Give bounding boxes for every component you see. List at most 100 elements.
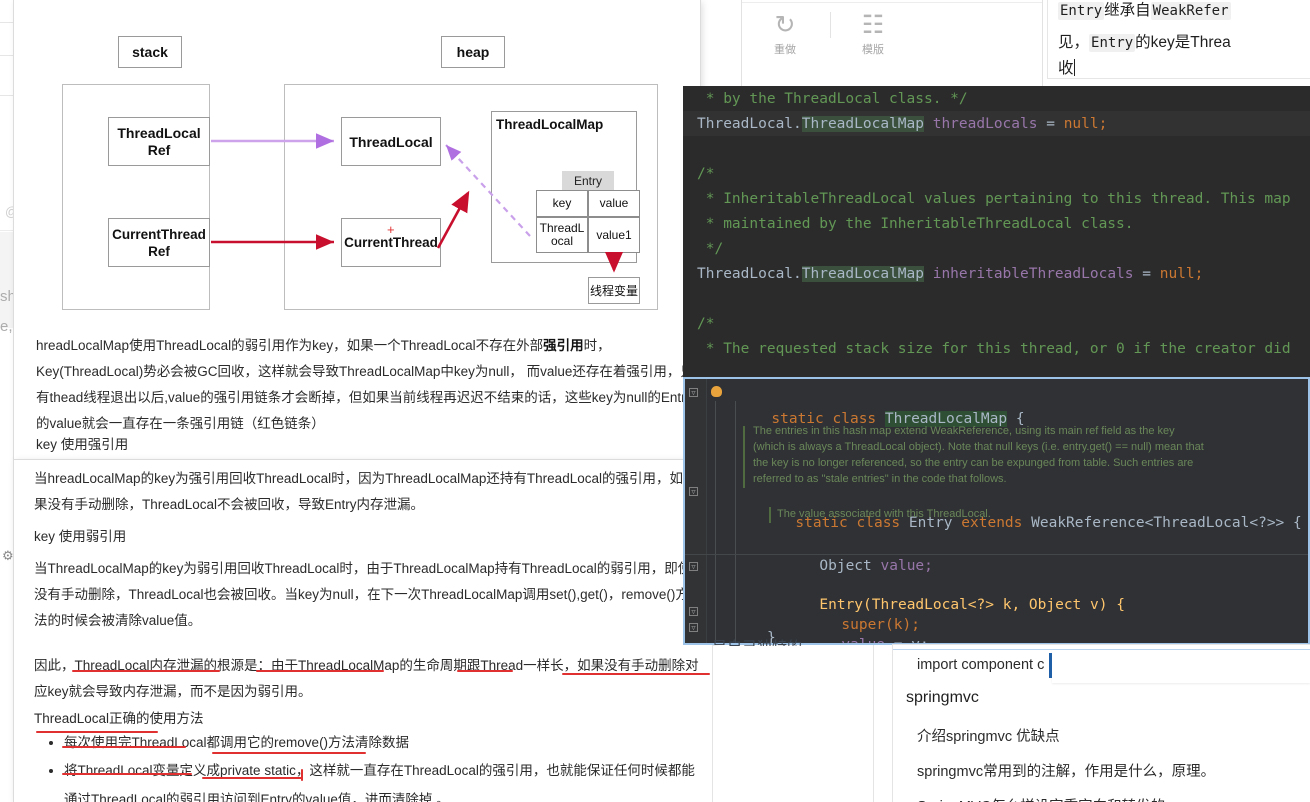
note-chip-entry-2: Entry — [1089, 34, 1136, 52]
note-line3-text: 收 — [1058, 60, 1074, 77]
template-icon: ☷ — [861, 11, 885, 39]
outline-item-2[interactable]: SpringMVC怎么样设定重定向和转发的 — [917, 795, 1165, 802]
thread-variable-label: 线程变量 — [589, 284, 638, 298]
code-token: = — [1037, 116, 1064, 132]
note-editor-toolbar-window: 10/100 保存草稿 ↻ 重做 ☷ 模版 — [742, 0, 1042, 86]
template-label: 模版 — [862, 44, 884, 56]
assign-lhs-value: value — [841, 637, 886, 645]
stack-label: stack — [132, 44, 168, 60]
paragraph-2-line-1: 当hreadLocalMap的key为强引用回收ThreadLocal时，因为T… — [34, 471, 683, 486]
code-token: ThreadLocalMap — [801, 116, 924, 132]
code-token: ThreadLocalMap — [801, 266, 924, 282]
entry-header-label: Entry — [573, 173, 602, 188]
heading-weak-ref: key 使用弱引用 — [34, 529, 127, 544]
paragraph-1-line-1: hreadLocalMap使用ThreadLocal的弱引用作为key，如果一个… — [36, 333, 686, 359]
screen: @ sh e, ⚙ stack heap ThreadLocal Ref Curr… — [0, 0, 1310, 802]
para1-text: hreadLocalMap使用ThreadLocal的弱引用作为key，如果一个… — [36, 338, 544, 353]
code-line: * by the ThreadLocal class. */ — [697, 87, 968, 112]
document-window-diagram: stack heap ThreadLocal Ref CurrentThread R… — [14, 0, 700, 461]
redo-icon: ↻ — [774, 11, 796, 39]
para1-bold: 强引用 — [543, 338, 584, 353]
heading-correct-usage: ThreadLocal正确的使用方法 — [34, 711, 204, 726]
code-editor-thread-class[interactable]: * by the ThreadLocal class. */ ThreadLoca… — [683, 86, 1310, 378]
currentthread-ref-box: CurrentThread Ref — [108, 218, 210, 267]
toolbar-separator — [742, 2, 1042, 3]
list-item: 每次使用完ThreadLocal都调用它的remove()方法清除数据 — [64, 730, 702, 756]
code-line: ThreadLocal.ThreadLocalMap threadLocals … — [697, 112, 1107, 137]
code-token: /* — [697, 316, 715, 332]
fold-marker-icon[interactable]: ▽ — [689, 607, 698, 616]
threadlocal-box: ThreadLocal — [341, 117, 441, 166]
annotation-underline-4 — [562, 673, 710, 675]
annotation-underline-6 — [62, 746, 186, 748]
note-chip-weakref: WeakRefer — [1150, 2, 1231, 20]
code-token: threadLocals — [932, 116, 1038, 132]
code-token: /* — [697, 166, 715, 182]
fold-marker-icon[interactable]: ▽ — [689, 388, 698, 397]
heap-label-box: heap — [441, 36, 505, 68]
cell-value-header: value — [588, 190, 640, 217]
panel-vertical-separator-2 — [873, 645, 874, 802]
cell-key-value: ThreadL ocal — [536, 217, 588, 253]
javadoc-bar — [743, 426, 745, 488]
lower-left-white-fill — [713, 646, 873, 802]
note-line2-post: 的key是Threa — [1135, 34, 1231, 51]
code-token: = — [1133, 266, 1160, 282]
outline-item-0[interactable]: 介绍springmvc 优缺点 — [917, 725, 1060, 746]
heading-strong-ref: key 使用强引用 — [36, 437, 129, 452]
code-editor-threadlocalmap[interactable]: ▽ ▽ ▽ ▽ ▽ static class ThreadLocalMap { … — [683, 377, 1310, 645]
fold-marker-icon[interactable]: ▽ — [689, 562, 698, 571]
paragraph-4-line-1: 因此，ThreadLocal内存泄漏的根源是：由于ThreadLocalMap的… — [34, 658, 699, 673]
code-token: ThreadLocal. — [697, 116, 802, 132]
code-line: /* — [697, 312, 714, 337]
outline-heading: springmvc — [906, 689, 979, 706]
javadoc-bar — [769, 507, 771, 523]
cell-key-label: key — [552, 196, 572, 211]
paragraph-1-line-4: 的value就会一直存在一条强引用链（红色链条） — [36, 416, 325, 431]
redo-label: 重做 — [774, 44, 796, 56]
cell-value1-label: value1 — [596, 227, 632, 242]
stack-label-box: stack — [118, 36, 182, 68]
annotation-underline-7 — [212, 752, 366, 754]
usage-bullet-list: 每次使用完ThreadLocal都调用它的remove()方法清除数据 将Thr… — [42, 730, 702, 784]
paragraph-3-line-1: 当ThreadLocalMap的key为弱引用回收ThreadLocal时，由于… — [34, 561, 692, 576]
outline-input-caret — [1049, 653, 1052, 678]
template-button[interactable]: ☷ 模版 — [840, 10, 906, 57]
threadlocal-ref-box: ThreadLocal Ref — [108, 117, 210, 166]
indent-guide — [715, 401, 716, 643]
outline-input-field-bg[interactable] — [1052, 650, 1310, 683]
code-line: * maintained by the InheritableThreadLoc… — [697, 212, 1134, 237]
list-item: 将ThreadLocal变量定义成private static，这样就一直存在T… — [64, 758, 702, 784]
code-line: * The requested stack size for this thre… — [697, 337, 1291, 362]
paragraph-1-line-3: 有thead线程退出以后,value的强引用链条才会断掉，但如果当前线程再迟迟不… — [36, 390, 693, 405]
annotation-tick — [301, 769, 303, 781]
paragraph-3-line-2: 没有手动删除，ThreadLocal也会被回收。当key为null，在下一次Th… — [34, 587, 689, 602]
note-line-3: 收 — [1058, 52, 1076, 86]
annotation-underline-1 — [72, 670, 220, 672]
code-value-assign: value = v; — [789, 608, 928, 645]
redo-button[interactable]: ↻ 重做 — [752, 10, 818, 57]
cell-value-label: value — [599, 196, 629, 211]
code-token: * The requested stack size for this thre… — [697, 341, 1291, 357]
javadoc-threadlocalmap: The entries in this hash map extend Weak… — [753, 425, 1204, 485]
paragraph-1-line-2: Key(ThreadLocal)势必会被GC回收，这样就会导致ThreadLoc… — [36, 364, 694, 379]
fold-marker-icon[interactable]: ▽ — [689, 623, 698, 632]
code-line: ThreadLocal.ThreadLocalMap inheritableTh… — [697, 262, 1203, 287]
para1-cont: 时， — [583, 338, 611, 353]
outline-input-row[interactable]: import component c — [893, 649, 1310, 683]
fold-marker-icon[interactable]: ▽ — [689, 487, 698, 496]
code-gutter — [685, 379, 707, 643]
outline-item-1[interactable]: springmvc常用到的注解，作用是什么，原理。 — [917, 760, 1215, 781]
toolbar-divider — [830, 12, 831, 38]
code-token: ThreadLocal. — [697, 266, 802, 282]
javadoc-value-field: The value associated with this ThreadLoc… — [777, 508, 991, 520]
note-chip-entry-1: Entry — [1058, 2, 1105, 20]
paragraph-4-line-2: 应key就会导致内存泄漏，而不是因为弱引用。 — [34, 684, 312, 699]
code-token: * by the ThreadLocal class. */ — [697, 91, 968, 107]
heap-label: heap — [456, 44, 490, 60]
thread-variable-box: 线程变量 — [588, 277, 640, 304]
threadlocal-diagram: stack heap ThreadLocal Ref CurrentThread R… — [14, 0, 674, 330]
note-line-1: Entry 继承自 WeakRefer — [1058, 0, 1231, 28]
